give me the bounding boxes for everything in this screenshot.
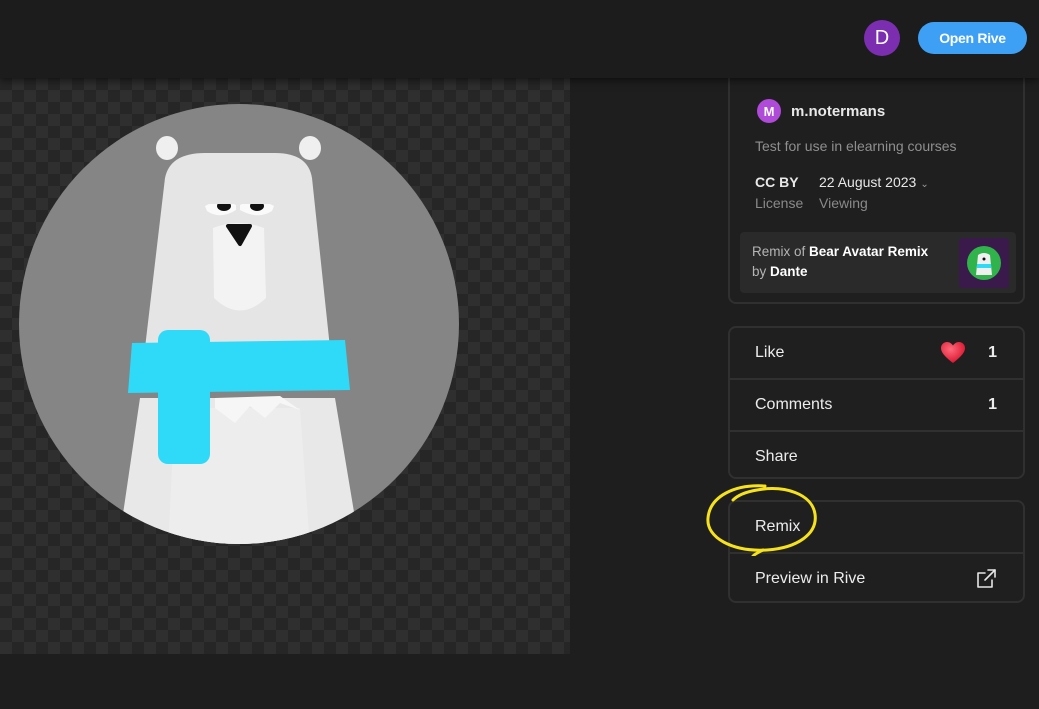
user-avatar[interactable]: D xyxy=(864,20,900,56)
remix-preview-card: Remix Preview in Rive xyxy=(728,500,1025,603)
date-selector[interactable]: 22 August 2023 ⌄ xyxy=(819,174,929,190)
preview-in-rive-button[interactable]: Preview in Rive xyxy=(730,554,1023,604)
viewing-label: Viewing xyxy=(819,195,868,211)
remix-title[interactable]: Bear Avatar Remix xyxy=(809,244,928,259)
preview-canvas[interactable] xyxy=(0,78,570,654)
date-value: 22 August 2023 xyxy=(819,174,917,190)
license-value: CC BY xyxy=(755,174,799,190)
remix-button[interactable]: Remix xyxy=(730,502,1023,554)
top-bar: D Open Rive xyxy=(0,0,1039,78)
like-count: 1 xyxy=(988,344,997,361)
comments-row[interactable]: Comments 1 xyxy=(730,380,1023,432)
remix-prefix: Remix of xyxy=(752,244,806,259)
remix-of-link[interactable]: Remix of Bear Avatar Remix by Dante xyxy=(740,232,1016,293)
chevron-down-icon: ⌄ xyxy=(920,179,929,190)
bear-avatar-artwork xyxy=(19,104,459,544)
remix-of-line: Remix of Bear Avatar Remix xyxy=(752,244,928,259)
license-label: License xyxy=(755,195,804,211)
engagement-card: Like 1 Comments 1 Share xyxy=(728,326,1025,479)
remix-by-line: by Dante xyxy=(752,264,808,279)
author-name[interactable]: m.notermans xyxy=(791,103,885,120)
comments-count: 1 xyxy=(988,396,997,413)
remix-thumbnail[interactable] xyxy=(959,238,1009,288)
remix-by: by xyxy=(752,264,767,279)
share-row[interactable]: Share xyxy=(730,432,1023,482)
preview-label: Preview in Rive xyxy=(755,570,866,587)
post-info-card: M m.notermans Test for use in elearning … xyxy=(728,60,1025,304)
heart-icon[interactable] xyxy=(940,341,966,365)
like-row[interactable]: Like 1 xyxy=(730,328,1023,380)
like-label: Like xyxy=(755,344,785,361)
bear-thumbnail-icon xyxy=(967,246,1001,280)
open-rive-button[interactable]: Open Rive xyxy=(918,22,1027,54)
share-label: Share xyxy=(755,448,798,465)
external-link-icon xyxy=(977,569,996,588)
remix-label: Remix xyxy=(755,518,801,535)
post-description: Test for use in elearning courses xyxy=(755,138,957,154)
comments-label: Comments xyxy=(755,396,833,413)
author-avatar[interactable]: M xyxy=(757,99,781,123)
remix-author[interactable]: Dante xyxy=(770,264,808,279)
